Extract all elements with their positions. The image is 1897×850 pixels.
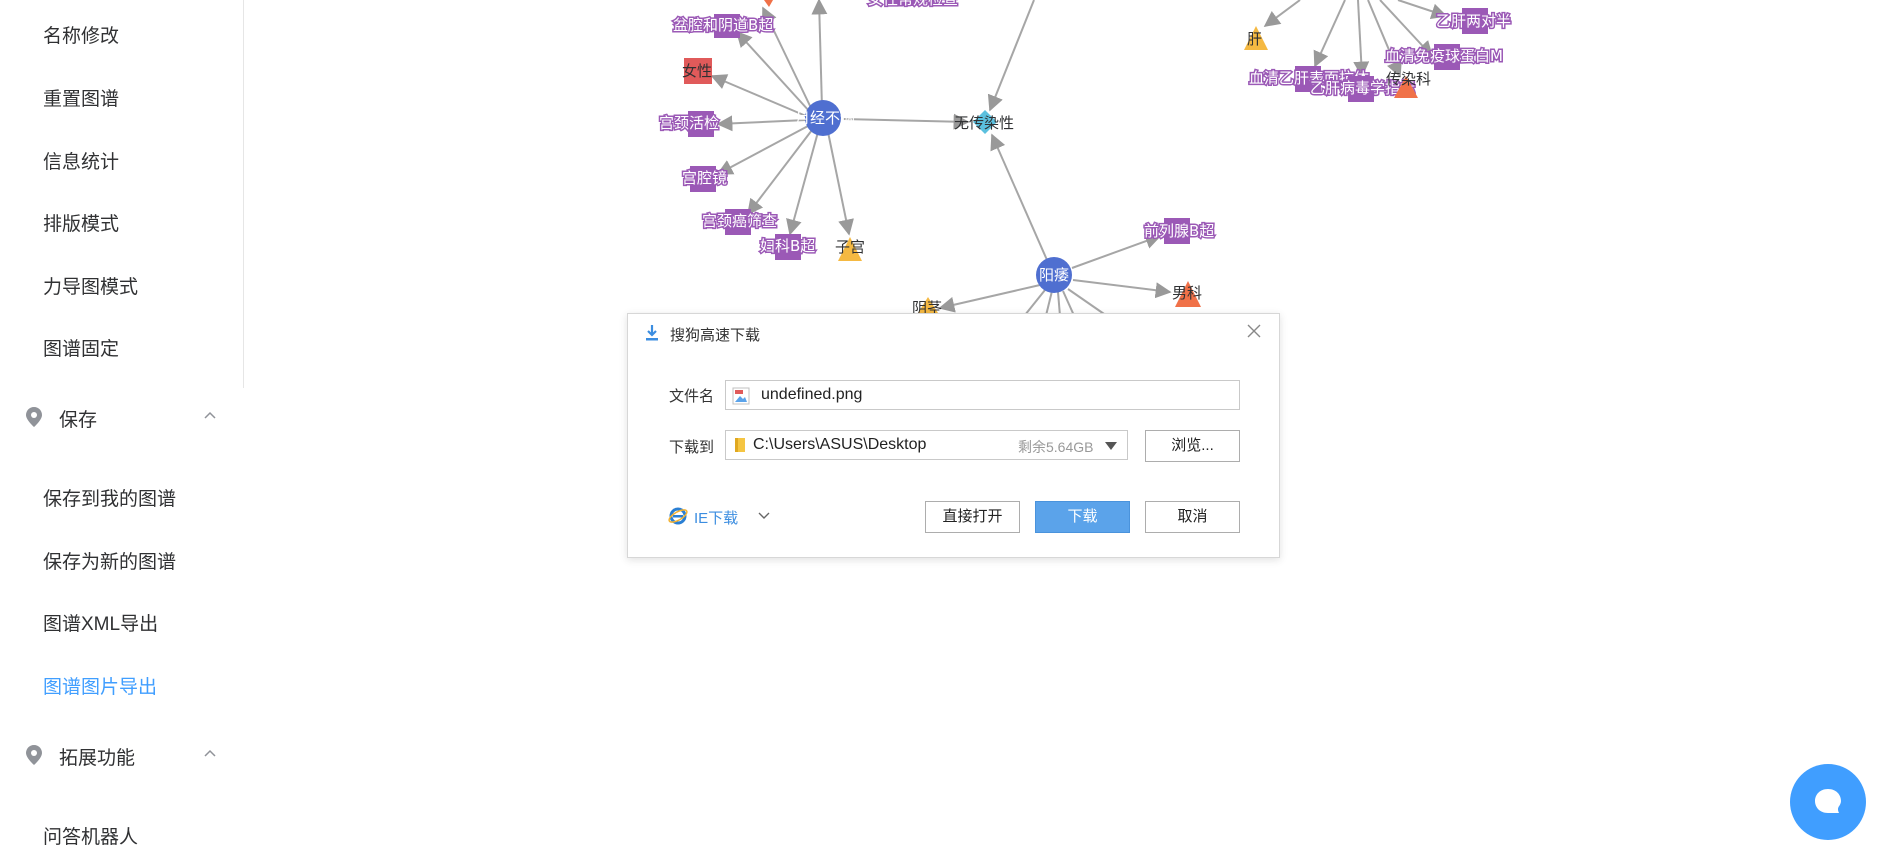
ie-download-label: IE下载 xyxy=(694,510,739,527)
filename-label: 文件名 xyxy=(669,388,715,405)
location-pin-icon xyxy=(26,745,42,765)
graph-node-label: 女性常规检查 xyxy=(868,0,958,8)
menu-item-reset-graph[interactable]: 重置图谱 xyxy=(43,88,119,112)
save-group-header[interactable]: 保存 xyxy=(24,402,224,432)
save-group-title: 保存 xyxy=(59,410,98,431)
graph-node-label: 乙肝两对半 xyxy=(1436,12,1511,30)
graph-node-label: 月经不调 xyxy=(795,109,855,127)
save-path-select[interactable]: C:\Users\ASUS\Desktop 剩余5.64GB xyxy=(725,430,1128,460)
graph-node-label: 宫腔镜 xyxy=(682,169,727,187)
filename-field[interactable]: undefined.png xyxy=(725,380,1240,410)
chevron-down-icon[interactable] xyxy=(758,512,770,520)
extension-group-title: 拓展功能 xyxy=(59,748,136,769)
graph-node-label: 妇科B超 xyxy=(760,237,815,255)
open-directly-button[interactable]: 直接打开 xyxy=(925,501,1020,533)
folder-icon xyxy=(735,438,745,452)
menu-item-export-image[interactable]: 图谱图片导出 xyxy=(43,676,157,700)
menu-item-fix-graph[interactable]: 图谱固定 xyxy=(43,338,119,362)
graph-node-label: 女性 xyxy=(682,62,712,80)
menu-item-save-new[interactable]: 保存为新的图谱 xyxy=(43,551,176,575)
graph-node-label: 无传染性 xyxy=(954,114,1014,132)
chat-bubble-icon xyxy=(1815,789,1841,813)
sidebar: 名称修改 重置图谱 信息统计 排版模式 力导图模式 图谱固定 保存 保存到我的图… xyxy=(0,0,244,850)
chat-button[interactable] xyxy=(1790,764,1866,840)
cancel-button[interactable]: 取消 xyxy=(1145,501,1240,533)
download-button[interactable]: 下载 xyxy=(1035,501,1130,533)
image-file-icon xyxy=(732,387,750,405)
saveto-label: 下载到 xyxy=(669,439,715,456)
graph-edges xyxy=(710,0,1448,341)
graph-node-label: 血清免疫球蛋白M xyxy=(1385,47,1503,65)
graph-node-warning[interactable] xyxy=(764,0,773,7)
dropdown-arrow-icon[interactable] xyxy=(1105,442,1117,450)
graph-node-label: 男科 xyxy=(1172,284,1202,302)
chevron-up-icon[interactable] xyxy=(203,410,217,420)
chevron-up-icon[interactable] xyxy=(203,748,217,758)
free-space-text: 剩余5.64GB xyxy=(1018,439,1094,455)
location-pin-icon xyxy=(26,407,42,427)
graph-node-label: 宫颈癌筛查 xyxy=(702,212,777,230)
filename-value: undefined.png xyxy=(761,386,863,403)
menu-item-save-mine[interactable]: 保存到我的图谱 xyxy=(43,488,176,512)
graph-node-label: 传染科 xyxy=(1386,70,1431,88)
menu-item-force-mode[interactable]: 力导图模式 xyxy=(43,276,138,300)
extension-group-header[interactable]: 拓展功能 xyxy=(24,740,224,770)
menu-item-rename[interactable]: 名称修改 xyxy=(43,25,119,49)
graph-node-label: 宫颈活检 xyxy=(659,114,719,132)
menu-item-export-xml[interactable]: 图谱XML导出 xyxy=(43,613,158,637)
download-icon xyxy=(646,325,658,341)
menu-item-statistics[interactable]: 信息统计 xyxy=(43,151,119,175)
save-path-value: C:\Users\ASUS\Desktop xyxy=(753,436,927,453)
menu-item-qa-robot[interactable]: 问答机器人 xyxy=(43,826,138,850)
graph-node-label: 肝 xyxy=(1247,30,1262,48)
ie-browser-icon xyxy=(668,507,688,525)
browse-button[interactable]: 浏览... xyxy=(1145,430,1240,462)
download-dialog: 搜狗高速下载 文件名 undefined.png 下载到 C:\Users\AS… xyxy=(627,313,1280,558)
graph-nodes[interactable]: 女性常规检查 月经不调 盆腔和阴道B超 女性 宫颈活检 宫腔镜 宫颈癌筛查 妇科… xyxy=(658,0,1513,317)
graph-node-label: 前列腺B超 xyxy=(1144,222,1214,240)
close-icon[interactable] xyxy=(1245,322,1263,340)
graph-node-label: 子宫 xyxy=(835,238,865,256)
graph-node-label: 阳痿 xyxy=(1039,266,1069,284)
graph-node-label: 盆腔和阴道B超 xyxy=(673,16,773,34)
dialog-title: 搜狗高速下载 xyxy=(670,327,761,344)
menu-item-layout-mode[interactable]: 排版模式 xyxy=(43,213,119,237)
